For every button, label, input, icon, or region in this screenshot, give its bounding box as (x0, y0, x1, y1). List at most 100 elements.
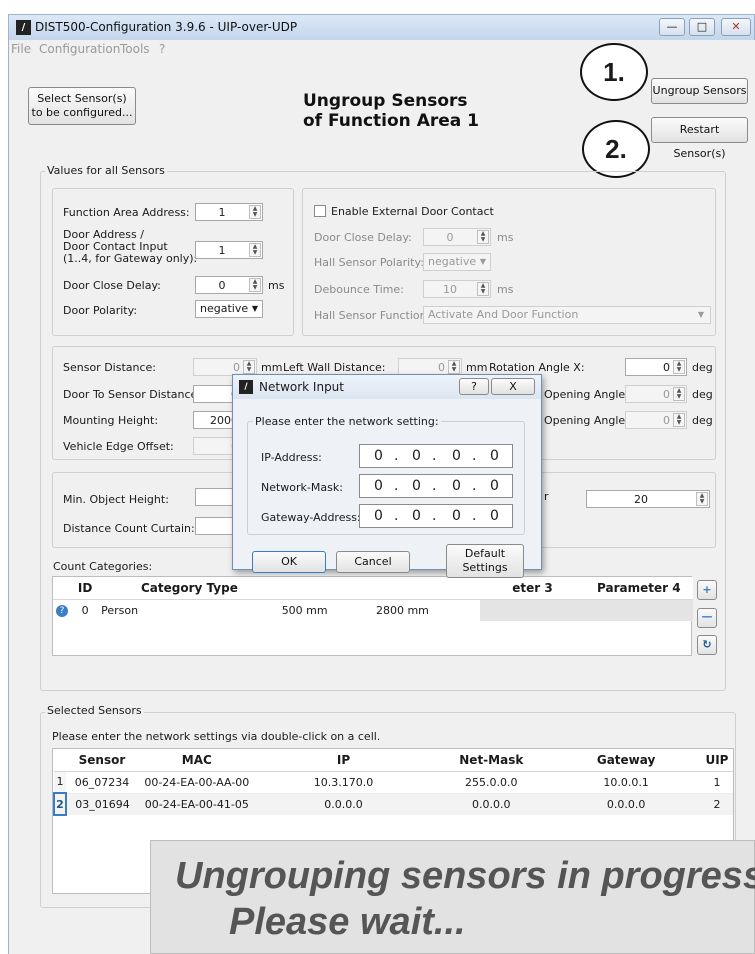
selected-sensors-title: Selected Sensors (45, 704, 144, 717)
help-button[interactable]: ? (459, 378, 489, 395)
spin-arrows-icon[interactable]: ▲ ▼ (249, 205, 261, 219)
sensor-ip[interactable]: 10.3.170.0 (256, 771, 432, 793)
gw-octet-3: 0 (452, 508, 461, 524)
spin-arrows-icon[interactable]: ▲ ▼ (477, 282, 489, 296)
col-ip[interactable]: IP (255, 749, 432, 772)
default-settings-button[interactable]: Default Settings (446, 544, 524, 578)
plus-icon: + (702, 583, 712, 596)
category-param-3[interactable] (480, 599, 585, 621)
menu-help[interactable]: ? (159, 42, 165, 56)
sensor-mac[interactable]: 00-24-EA-00-AA-00 (138, 771, 256, 793)
add-category-button[interactable]: + (697, 580, 717, 600)
object-right-value: 20 (634, 493, 648, 506)
gw-octet-2: 0 (412, 508, 421, 524)
ok-button[interactable]: OK (252, 551, 326, 573)
spin-arrows-icon[interactable]: ▲ ▼ (249, 278, 261, 292)
spin-arrows-icon[interactable]: ▲ ▼ (448, 360, 460, 374)
category-param-2[interactable]: 2800 mm (372, 599, 480, 621)
dialog-close-button[interactable]: X (491, 378, 535, 395)
sensor-net-mask[interactable]: 255.0.0.0 (431, 771, 551, 793)
info-icon[interactable]: ? (53, 599, 71, 621)
default-settings-label-1: Default (464, 547, 506, 560)
col-parameter-4[interactable]: Parameter 4 (584, 577, 693, 600)
maximize-button[interactable]: □ (689, 18, 715, 36)
sensor-distance-value: 0 (233, 361, 240, 374)
spin-arrows-icon[interactable]: ▲ ▼ (477, 230, 489, 244)
menu-tools[interactable]: Tools (120, 42, 150, 56)
ext-door-close-spinbox[interactable]: 0 ▲ ▼ (423, 228, 491, 246)
debounce-label: Debounce Time: (314, 283, 404, 296)
rotation-x-spinbox[interactable]: 0 ▲ ▼ (625, 358, 687, 376)
category-id[interactable]: 0 (71, 599, 99, 621)
door-address-spinbox[interactable]: 1 ▲ ▼ (195, 241, 263, 259)
close-button[interactable]: ✕ (721, 18, 751, 36)
door-polarity-value: negative (200, 302, 249, 315)
network-mask-input[interactable]: 0 . 0 . 0 . 0 (359, 474, 513, 498)
window-titlebar: / DIST500-Configuration 3.9.6 - UIP-over… (8, 14, 755, 40)
sensor-id[interactable]: 03_01694 (66, 793, 138, 815)
function-area-spinbox[interactable]: 1 ▲ ▼ (195, 203, 263, 221)
col-category-type[interactable]: Category Type (99, 577, 280, 600)
table-row[interactable]: ? 0 Person 500 mm 2800 mm (53, 599, 693, 621)
external-door-checkbox[interactable] (314, 205, 326, 217)
category-type[interactable]: Person (99, 599, 280, 621)
spin-arrows-icon[interactable]: ▲ ▼ (673, 360, 685, 374)
door-close-delay-spinbox[interactable]: 0 ▲ ▼ (195, 276, 263, 294)
select-sensors-button[interactable]: Select Sensor(s) to be configured... (28, 87, 136, 125)
table-row[interactable]: 1 06_07234 00-24-EA-00-AA-00 10.3.170.0 … (54, 771, 733, 793)
debounce-unit: ms (497, 283, 514, 296)
spin-arrows-icon[interactable]: ▲ ▼ (673, 413, 685, 427)
spin-arrows-icon[interactable]: ▲ ▼ (243, 360, 255, 374)
sensor-gateway[interactable]: 10.0.0.1 (551, 771, 701, 793)
sensor-net-mask[interactable]: 0.0.0.0 (431, 793, 551, 815)
col-parameter-2[interactable] (371, 577, 481, 600)
rotation-x-value: 0 (663, 361, 670, 374)
ip-address-input[interactable]: 0 . 0 . 0 . 0 (359, 444, 513, 468)
hall-polarity-select[interactable]: negative ▼ (423, 253, 491, 271)
minimize-button[interactable]: — (659, 18, 685, 36)
gateway-address-input[interactable]: 0 . 0 . 0 . 0 (359, 504, 513, 528)
spin-arrows-icon[interactable]: ▲ ▼ (696, 492, 708, 506)
sensor-uip[interactable]: 1 (701, 771, 733, 793)
col-sensor[interactable]: Sensor (65, 749, 138, 772)
debounce-spinbox[interactable]: 10 ▲ ▼ (423, 280, 491, 298)
refresh-categories-button[interactable]: ↻ (697, 635, 717, 655)
col-gateway[interactable]: Gateway (551, 749, 701, 772)
octet-dot: . (432, 508, 437, 524)
col-mac[interactable]: MAC (137, 749, 256, 772)
mask-octet-1: 0 (374, 478, 383, 494)
category-param-4[interactable] (584, 599, 693, 621)
category-param-1[interactable]: 500 mm (280, 599, 372, 621)
col-uip[interactable]: UIP (700, 749, 733, 772)
page-heading-line1: Ungroup Sensors (303, 91, 468, 111)
opening-angle-spinbox-a[interactable]: 0 ▲ ▼ (625, 385, 687, 403)
object-right-spinbox[interactable]: 20 ▲ ▼ (586, 490, 710, 508)
function-area-label: Function Area Address: (63, 206, 190, 219)
sensor-mac[interactable]: 00-24-EA-00-41-05 (138, 793, 256, 815)
restart-sensors-button[interactable]: Restart Sensor(s) (651, 117, 748, 160)
octet-dot: . (472, 508, 477, 524)
spin-arrows-icon[interactable]: ▲ ▼ (673, 387, 685, 401)
col-id[interactable]: ID (71, 577, 100, 600)
sensor-gateway[interactable]: 0.0.0.0 (551, 793, 701, 815)
object-right-label: r (544, 490, 549, 503)
app-icon: / (16, 20, 31, 35)
hall-function-select[interactable]: Activate And Door Function ▼ (423, 306, 711, 324)
sensor-uip[interactable]: 2 (701, 793, 733, 815)
spin-arrows-icon[interactable]: ▲ ▼ (249, 243, 261, 257)
table-row[interactable]: 2 03_01694 00-24-EA-00-41-05 0.0.0.0 0.0… (53, 792, 733, 816)
sensor-id[interactable]: 06_07234 (66, 771, 138, 793)
col-net-mask[interactable]: Net-Mask (431, 749, 552, 772)
ungroup-sensors-button[interactable]: Ungroup Sensors (651, 78, 748, 104)
cancel-button[interactable]: Cancel (336, 551, 410, 573)
opening-angle-spinbox-b[interactable]: 0 ▲ ▼ (625, 411, 687, 429)
remove-category-button[interactable]: — (697, 608, 717, 628)
col-parameter-3[interactable]: eter 3 (480, 577, 585, 600)
dialog-title: Network Input (259, 380, 344, 394)
sensor-distance-unit: mm (261, 361, 283, 374)
door-polarity-select[interactable]: negative ▼ (195, 300, 263, 318)
sensor-ip[interactable]: 0.0.0.0 (256, 793, 432, 815)
menu-file[interactable]: File (11, 42, 31, 56)
menu-configuration[interactable]: Configuration (39, 42, 120, 56)
col-parameter-1[interactable] (279, 577, 372, 600)
